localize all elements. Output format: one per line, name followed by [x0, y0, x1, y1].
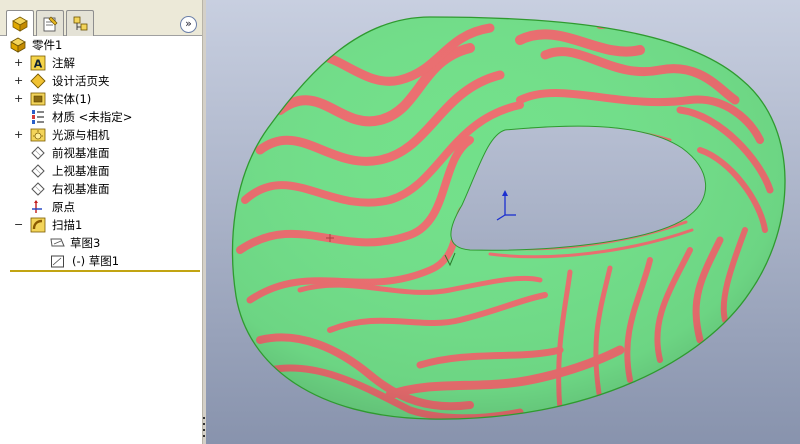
origin-icon: [32, 200, 42, 213]
tree-item-part[interactable]: 零件1: [0, 36, 202, 54]
plane-icon: [31, 182, 45, 196]
tree-item-label: 实体(1): [52, 92, 92, 106]
part-icon: [10, 37, 26, 53]
tree-item-design-binder[interactable]: + 设计活页夹: [0, 72, 202, 90]
expand-toggle[interactable]: +: [14, 75, 23, 86]
viewport-canvas: [206, 0, 800, 444]
panel-tab-bar: »: [0, 0, 202, 37]
plane-icon: [31, 164, 45, 178]
tree-item-sketch1[interactable]: (-) 草图1: [0, 252, 202, 270]
tree-item-right-plane[interactable]: 右视基准面: [0, 180, 202, 198]
solid-bodies-icon: [30, 92, 46, 106]
tree-item-origin[interactable]: 原点: [0, 198, 202, 216]
tree-item-label: 前视基准面: [52, 146, 110, 160]
tree-item-label: 零件1: [32, 38, 63, 52]
tree-item-material[interactable]: 材质 <未指定>: [0, 108, 202, 126]
tree-item-top-plane[interactable]: 上视基准面: [0, 162, 202, 180]
tree-item-front-plane[interactable]: 前视基准面: [0, 144, 202, 162]
graphics-viewport[interactable]: [206, 0, 800, 444]
tree-item-label: (-) 草图1: [72, 254, 120, 268]
sweep-feature-icon: [30, 217, 46, 233]
annotations-icon: A: [30, 55, 46, 71]
tree-item-sweep1[interactable]: − 扫描1: [0, 216, 202, 234]
configuration-manager-icon: [73, 16, 88, 31]
feature-tree-tab[interactable]: [6, 10, 34, 37]
tree-item-label: 注解: [52, 56, 75, 70]
tree-item-annotations[interactable]: + A 注解: [0, 54, 202, 72]
design-binder-icon: [30, 73, 46, 89]
feature-tree-empty-area: [0, 272, 202, 444]
tree-item-sketch3[interactable]: 草图3: [0, 234, 202, 252]
expand-toggle[interactable]: +: [14, 129, 23, 140]
sketch-icon: [51, 255, 64, 268]
tree-item-label: 扫描1: [52, 218, 83, 232]
feature-tree-icon: [12, 16, 28, 32]
collapse-toggle[interactable]: −: [14, 219, 23, 230]
tree-item-label: 光源与相机: [52, 128, 110, 142]
tree-item-label: 草图3: [70, 236, 101, 250]
lights-cameras-icon: [30, 128, 46, 142]
property-manager-icon: [43, 16, 58, 32]
material-icon: [32, 110, 44, 124]
tree-item-solid-bodies[interactable]: + 实体(1): [0, 90, 202, 108]
plane-icon: [31, 146, 45, 160]
property-manager-tab[interactable]: [36, 10, 64, 36]
expand-toggle[interactable]: +: [14, 57, 23, 68]
tree-item-label: 设计活页夹: [52, 74, 110, 88]
tree-item-lights-cameras[interactable]: + 光源与相机: [0, 126, 202, 144]
tree-item-label: 右视基准面: [52, 182, 110, 196]
svg-text:A: A: [34, 58, 43, 71]
tree-item-label: 上视基准面: [52, 164, 110, 178]
tree-item-label: 材质 <未指定>: [52, 110, 133, 124]
tree-item-label: 原点: [52, 200, 75, 214]
expand-panel-button[interactable]: »: [180, 16, 197, 33]
configuration-manager-tab[interactable]: [66, 10, 94, 36]
feature-tree: 零件1 + A 注解 + 设计活页夹 + 实体(1) 材质 <未指定> + 光源…: [0, 36, 202, 270]
expand-toggle[interactable]: +: [14, 93, 23, 104]
sketch-icon: [50, 238, 65, 247]
feature-manager-panel: » 零件1 + A 注解 + 设计活页夹 + 实体(1) 材质 <未指定> + …: [0, 0, 202, 444]
